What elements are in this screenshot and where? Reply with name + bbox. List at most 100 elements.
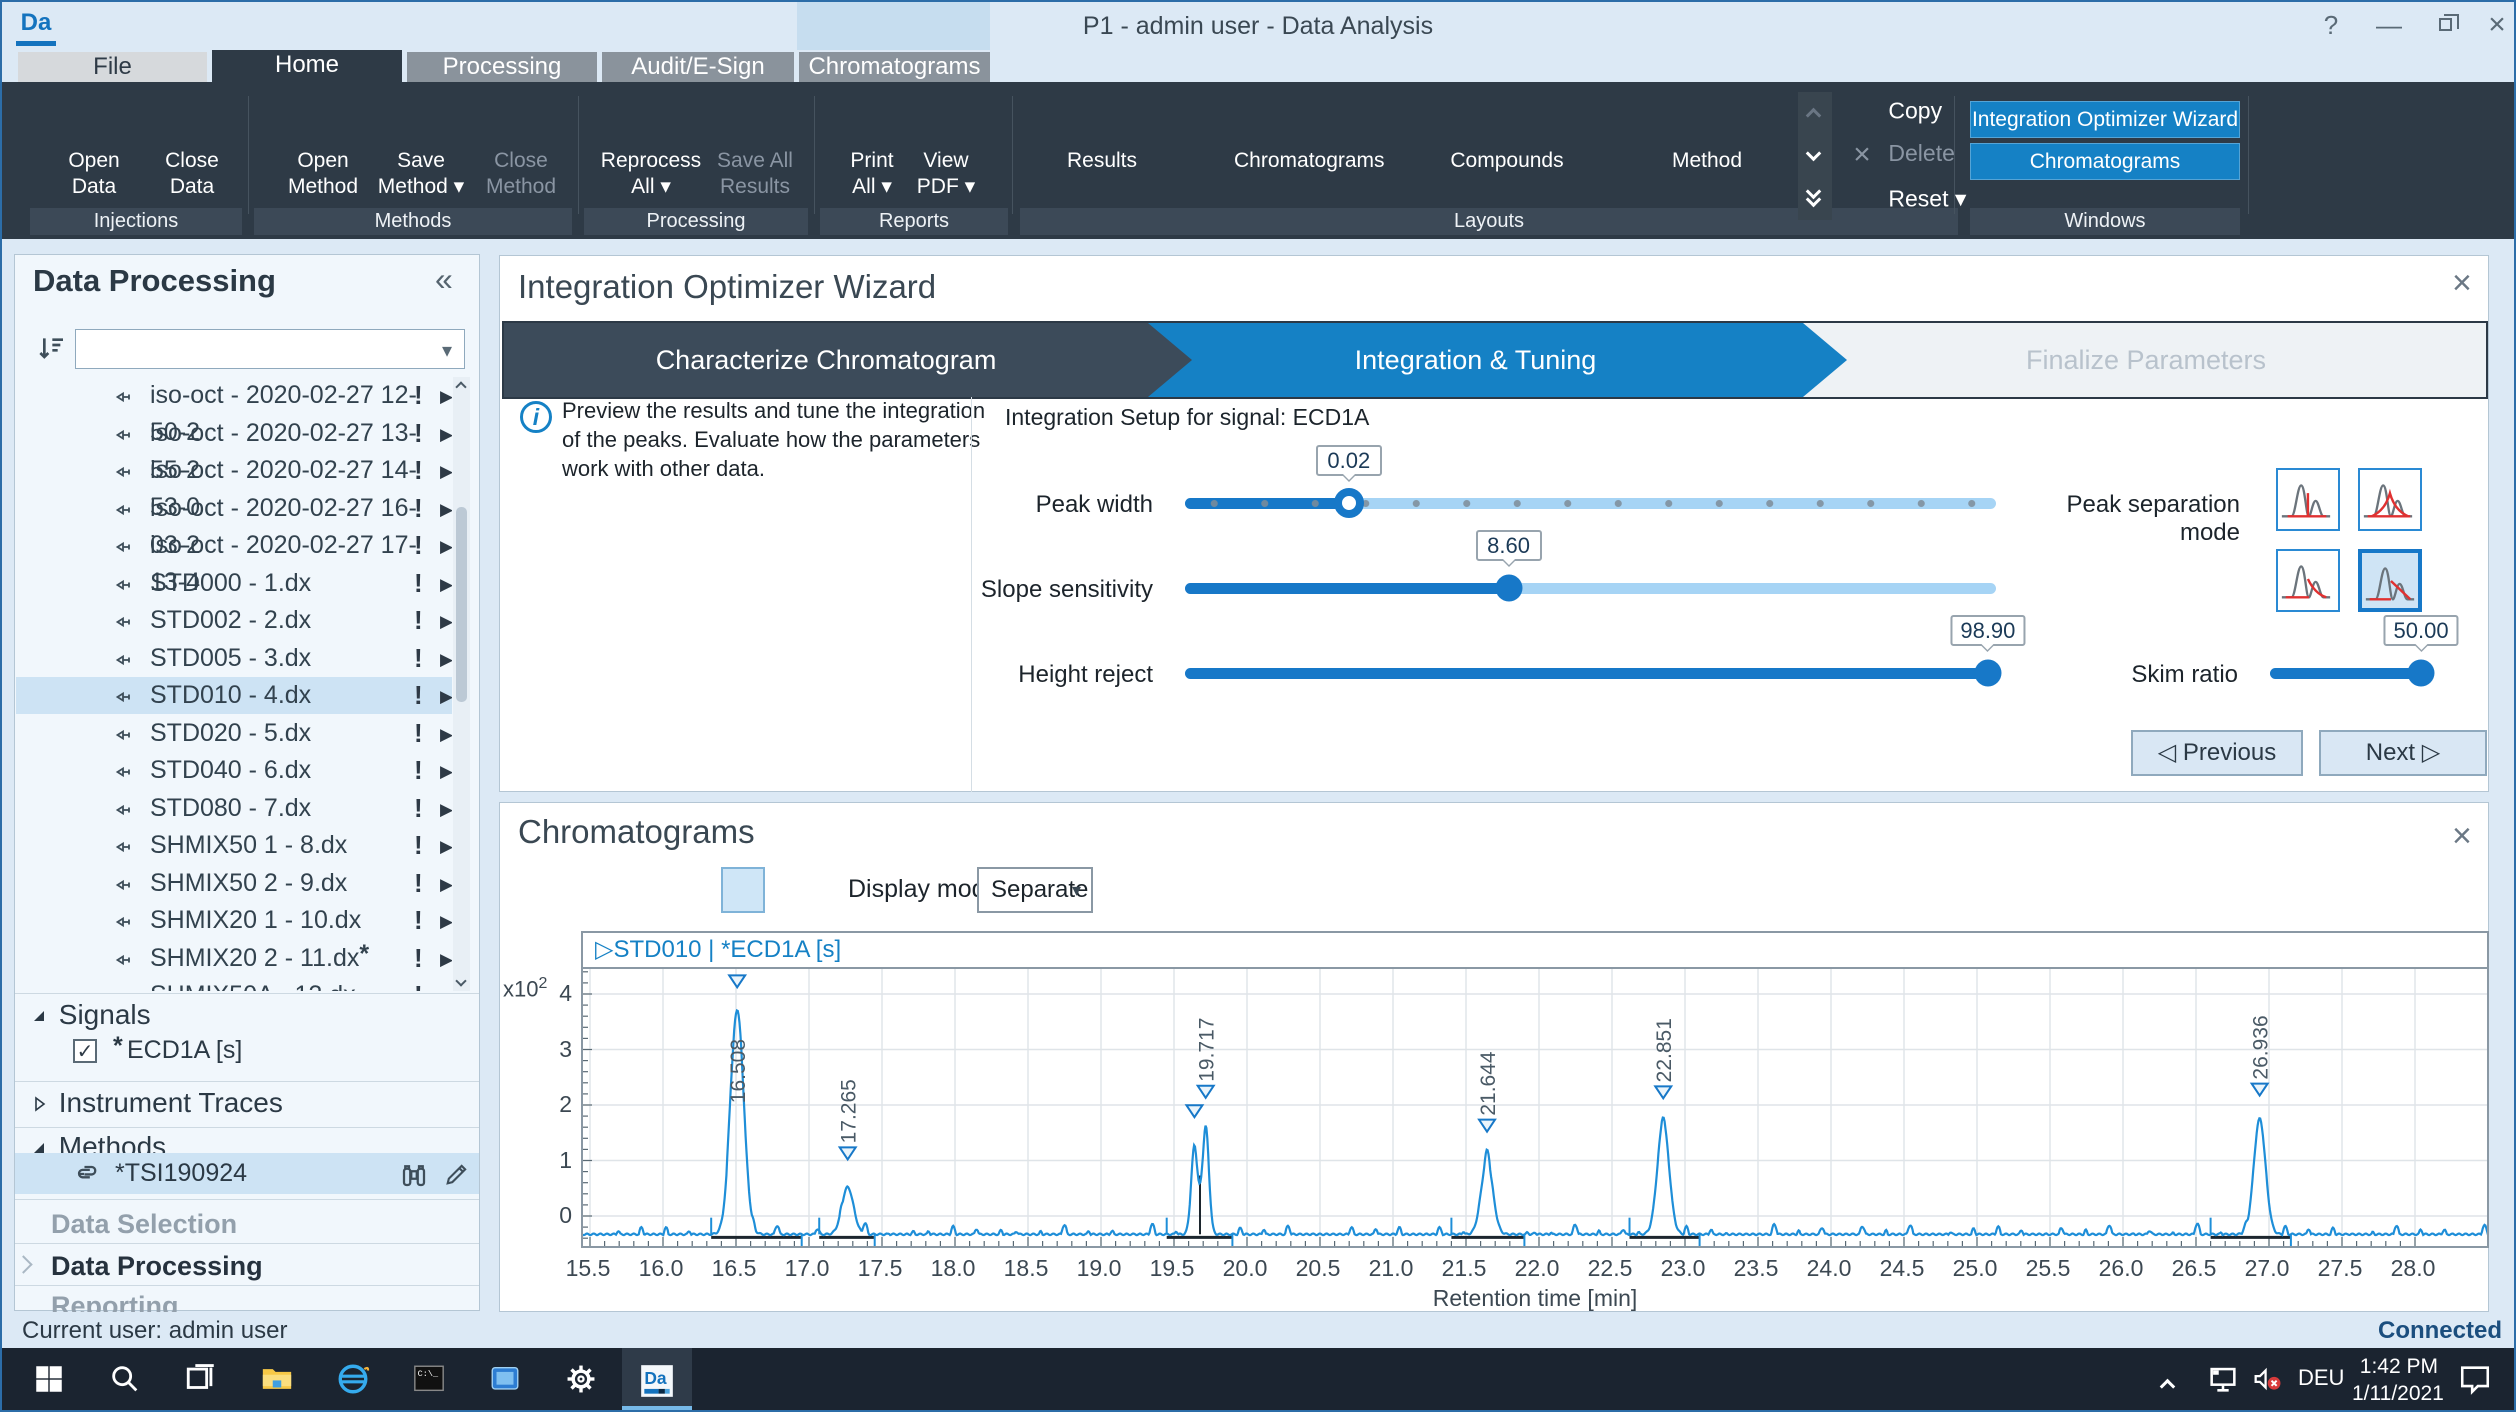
peak-separation-option-1[interactable] — [2276, 468, 2340, 531]
zoom-out-icon[interactable]: M10 9 m-6 0 a6 6 0 1 0 12 0 a6 6 0 1 0 -… — [513, 867, 557, 913]
injection-filter-combobox[interactable]: ▾ — [75, 329, 465, 369]
process-icon[interactable]: ▶ — [440, 491, 452, 528]
nav-data-selection[interactable]: Data Selection — [15, 1205, 479, 1243]
tree-item-std080-7-dx[interactable]: STD080 - 7.dx!▶ — [16, 790, 452, 827]
chromatogram-plot[interactable]: 16.50817.26519.71721.64422.85126.936 — [581, 967, 2489, 1248]
wizard-close-icon[interactable]: × — [2452, 264, 2472, 303]
close-method-button[interactable]: M4 4 h7 v16 h-7 z M11 4 h7 v6 M12 12 l6 … — [453, 90, 589, 200]
tree-item-std010-4-dx[interactable]: STD010 - 4.dx!▶ — [16, 677, 452, 714]
tree-item-std002-2-dx[interactable]: STD002 - 2.dx!▶ — [16, 602, 452, 639]
peak-width-slider[interactable]: 0.02 — [1185, 488, 1996, 518]
process-icon[interactable]: ▶ — [440, 453, 452, 490]
minimize-button[interactable]: — — [2368, 10, 2410, 42]
scroll-up-icon[interactable] — [455, 381, 466, 392]
process-icon[interactable]: ▶ — [440, 641, 452, 678]
step-finalize-parameters[interactable]: Finalize Parameters — [1803, 323, 2488, 397]
action-center-icon[interactable] — [2458, 1362, 2492, 1412]
process-icon[interactable]: ▶ — [440, 716, 452, 753]
method-review-icon[interactable] — [399, 1160, 429, 1203]
single-peak-view-icon[interactable]: M4 4 v14 h16 M6 15 h2 l2-8 2 8 h6 M16 16… — [721, 867, 765, 913]
data-analysis-app-icon[interactable]: Da — [622, 1348, 692, 1410]
language-indicator[interactable]: DEU — [2298, 1365, 2344, 1412]
peak-separation-option-2[interactable] — [2358, 468, 2422, 531]
process-icon[interactable]: ▶ — [440, 903, 452, 940]
results-button[interactable]: M7 4 h10 v2 h3 v15 h-16 V6 h3 M9 3 h6 v3… — [1034, 90, 1170, 174]
search-icon[interactable] — [90, 1348, 160, 1410]
window-button-integration-optimizer-wizard[interactable]: Integration Optimizer Wizard — [1970, 101, 2240, 138]
tree-item-iso-oct-2020-02-27-12-50-2[interactable]: iso-oct - 2020-02-27 12-50-2!▶ — [16, 377, 452, 414]
volume-muted-icon[interactable] — [2250, 1362, 2284, 1412]
chromatogram-header[interactable]: ▷STD010 | *ECD1A [s] — [581, 931, 2489, 967]
process-icon[interactable]: ▶ — [440, 416, 452, 453]
skim-ratio-slider[interactable]: 50.00 — [2270, 658, 2429, 688]
scroll-down-icon[interactable] — [1806, 146, 1822, 162]
step-characterize-chromatogram[interactable]: Characterize Chromatogram — [504, 323, 1192, 397]
display-mode-dropdown[interactable]: Separate ▾ — [977, 867, 1093, 913]
nav-data-processing[interactable]: Data Processing — [15, 1247, 479, 1285]
peak-width-thumb[interactable] — [1334, 488, 1364, 518]
slope-sensitivity-slider[interactable]: 8.60 — [1185, 573, 1996, 603]
tree-item-shmix50-1-8-dx[interactable]: SHMIX50 1 - 8.dx!▶ — [16, 827, 452, 864]
tab-home[interactable]: Home — [212, 50, 402, 82]
slope-sensitivity-thumb[interactable] — [1495, 575, 1522, 602]
clock[interactable]: 1:42 PM 1/11/2021 — [2352, 1353, 2438, 1412]
command-prompt-icon[interactable]: C:\_ — [394, 1348, 464, 1410]
blue-app-icon[interactable] — [470, 1348, 540, 1410]
network-icon[interactable] — [2206, 1362, 2240, 1412]
tree-item-std020-5-dx[interactable]: STD020 - 5.dx!▶ — [16, 715, 452, 752]
tray-expand-icon[interactable] — [2162, 1372, 2173, 1412]
previous-button[interactable]: ◁ Previous — [2131, 730, 2303, 776]
tree-item-iso-oct-2020-02-27-17-13-4[interactable]: iso-oct - 2020-02-27 17-13-4!▶ — [16, 527, 452, 564]
scroll-down-icon[interactable] — [455, 975, 466, 986]
tree-item-shmix50a-12-dx[interactable]: SHMIX50A - 12.dx!▶ — [16, 977, 452, 991]
process-icon[interactable]: ▶ — [440, 828, 452, 865]
start-button[interactable] — [14, 1348, 84, 1410]
process-icon[interactable]: ▶ — [440, 753, 452, 790]
tree-scrollbar[interactable] — [453, 377, 470, 991]
link-y-axis-icon[interactable]: M10 4 l-4.5 4.5 a3.2 3.2 0 0 0 4.5 4.5 L… — [675, 867, 719, 913]
file-explorer-icon[interactable] — [242, 1348, 312, 1410]
process-icon[interactable]: ▶ — [440, 866, 452, 903]
tree-item-shmix20-2-11-dx[interactable]: SHMIX20 2 - 11.dx *!▶ — [16, 940, 452, 977]
tab-file[interactable]: File — [18, 52, 207, 82]
tab-audit-e-sign[interactable]: Audit/E-Sign — [602, 52, 794, 82]
method-row-tsi190924[interactable]: *TSI190924 — [15, 1153, 479, 1194]
process-icon[interactable]: ▶ — [440, 941, 452, 978]
scroll-up-icon[interactable] — [1806, 108, 1822, 124]
tree-item-std000-1-dx[interactable]: STD000 - 1.dx!▶ — [16, 565, 452, 602]
tab-processing[interactable]: Processing — [407, 52, 597, 82]
method-button[interactable]: M5 4 h7 v16 h-7 z M12 4 h7 v16 h-7 M7 4 … — [1639, 90, 1775, 174]
tree-item-iso-oct-2020-02-27-16-03-2[interactable]: iso-oct - 2020-02-27 16-03-2!▶ — [16, 490, 452, 527]
process-icon[interactable]: ▶ — [440, 791, 452, 828]
height-reject-slider[interactable]: 98.90 — [1185, 658, 1996, 688]
window-button-chromatograms[interactable]: Chromatograms — [1970, 143, 2240, 180]
collapse-sidebar-button[interactable]: « — [435, 261, 453, 298]
task-view-icon[interactable] — [166, 1348, 236, 1410]
next-button[interactable]: Next ▷ — [2319, 730, 2487, 776]
sort-icon[interactable] — [35, 333, 67, 365]
close-button[interactable]: × — [2476, 10, 2516, 42]
peak-skim-icon[interactable]: M4 20 h3 C10 20 10 7 13 7 C16 7 16 20 18… — [767, 867, 811, 913]
restore-button[interactable] — [2426, 10, 2468, 42]
process-icon[interactable]: ▶ — [440, 378, 452, 415]
process-icon[interactable]: ▶ — [440, 603, 452, 640]
process-icon[interactable]: ▶ — [440, 978, 452, 991]
peak-separation-option-3[interactable] — [2276, 549, 2340, 612]
peak-separation-option-4[interactable] — [2358, 549, 2422, 612]
tree-item-std005-3-dx[interactable]: STD005 - 3.dx!▶ — [16, 640, 452, 677]
chromatograms-close-icon[interactable]: × — [2452, 817, 2472, 856]
overlay-signals-icon[interactable]: M4 4 v16 h16 M6 17 l2-8 2 8 M12 17 l2-10… — [559, 867, 603, 913]
help-button[interactable]: ? — [2310, 10, 2352, 42]
tree-item-shmix20-1-10-dx[interactable]: SHMIX20 1 - 10.dx!▶ — [16, 902, 452, 939]
skim-ratio-thumb[interactable] — [2408, 660, 2435, 687]
close-data-button[interactable]: M5 8 v13 h11 v-9 M5 8 l3-3 h6 M12 10 l5 … — [124, 90, 260, 200]
tree-item-shmix50-2-9-dx[interactable]: SHMIX50 2 - 9.dx!▶ — [16, 865, 452, 902]
process-icon[interactable]: ▶ — [440, 566, 452, 603]
process-icon[interactable]: ▶ — [440, 678, 452, 715]
height-reject-thumb[interactable] — [1974, 660, 2001, 687]
tree-item-std040-6-dx[interactable]: STD040 - 6.dx!▶ — [16, 752, 452, 789]
signals-section-header[interactable]: Signals — [31, 999, 151, 1031]
signal-checkbox[interactable]: ✓ — [73, 1039, 97, 1063]
signal-row-ecd1a[interactable]: ✓ * ECD1A [s] — [15, 1036, 479, 1074]
save-all-results-button[interactable]: M3 6 h12 l3 3 v11 h-15 z M6 6 v5 h7 V6 M… — [687, 90, 823, 200]
